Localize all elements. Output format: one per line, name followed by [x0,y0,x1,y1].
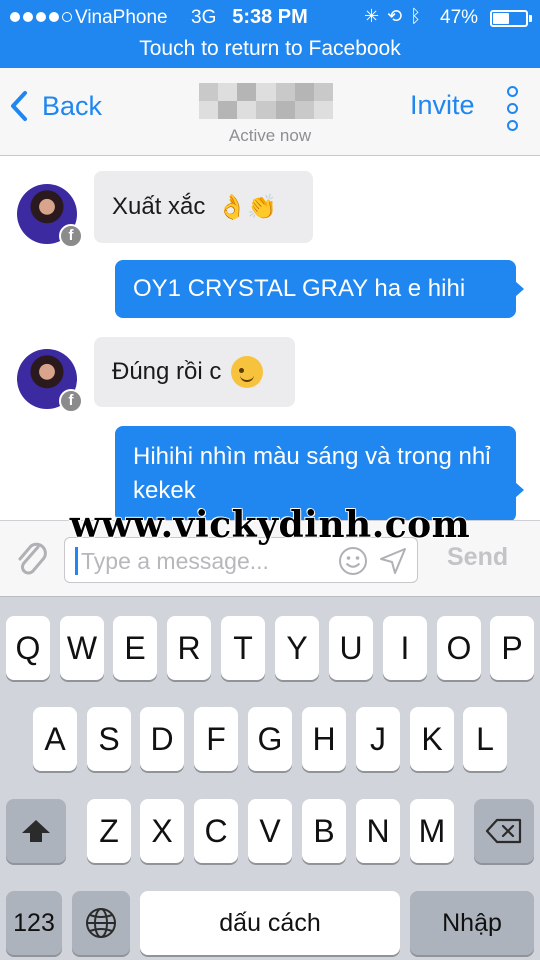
more-options-icon[interactable] [507,86,518,131]
conversation-header: Back Active now Invite [0,68,540,156]
key-g[interactable]: G [248,707,292,771]
wink-emoji-icon [231,356,264,388]
bluetooth-icon: ᛒ [410,6,421,26]
shift-key[interactable] [6,799,66,863]
rotation-lock-icon: ⟲ [387,6,403,26]
return-key[interactable]: Nhập [410,891,534,955]
key-i[interactable]: I [383,616,427,680]
keyboard: Q W E R T Y U I O P A S D F G H J K L Z … [0,596,540,960]
key-y[interactable]: Y [275,616,319,680]
invite-button[interactable]: Invite [410,90,475,121]
key-n[interactable]: N [356,799,400,863]
message-bubble-outgoing[interactable]: OY1 CRYSTAL GRAY ha e hihi [115,260,524,318]
message-text: OY1 CRYSTAL GRAY ha e hihi [133,275,466,302]
contact-status: Active now [228,126,312,145]
key-z[interactable]: Z [87,799,131,863]
contact-name-pixelated [199,83,333,119]
message-bubble-incoming[interactable]: Xuất xắc 👌👏 [94,171,313,243]
numbers-key[interactable]: 123 [6,891,62,955]
key-v[interactable]: V [248,799,292,863]
message-bubble-incoming[interactable]: Đúng rồi c [94,337,295,407]
return-banner-text[interactable]: Touch to return to Facebook [0,37,540,61]
avatar[interactable]: f [17,349,83,413]
location-arrow-icon[interactable] [378,546,408,576]
watermark: www.vickydinh.com [69,503,471,547]
avatar[interactable]: f [17,184,83,248]
key-o[interactable]: O [437,616,481,680]
key-j[interactable]: J [356,707,400,771]
key-b[interactable]: B [302,799,346,863]
delete-key[interactable] [474,799,534,863]
message-thread[interactable]: f Xuất xắc 👌👏 OY1 CRYSTAL GRAY ha e hihi… [0,157,540,520]
key-k[interactable]: K [410,707,454,771]
text-cursor [75,547,78,575]
ok-hand-clap-emoji: 👌👏 [217,193,278,221]
facebook-badge-icon: f [59,224,83,248]
key-q[interactable]: Q [6,616,50,680]
key-t[interactable]: T [221,616,265,680]
key-p[interactable]: P [490,616,534,680]
key-h[interactable]: H [302,707,346,771]
globe-icon [86,908,116,938]
back-label: Back [42,90,103,121]
key-r[interactable]: R [167,616,211,680]
key-a[interactable]: A [33,707,77,771]
backspace-icon [485,818,522,844]
chevron-left-icon [11,91,27,121]
battery-level-fill [493,13,509,24]
key-s[interactable]: S [87,707,131,771]
space-key[interactable]: dấu cách [140,891,400,955]
key-l[interactable]: L [463,707,507,771]
key-u[interactable]: U [329,616,373,680]
key-f[interactable]: F [194,707,238,771]
status-bar: VinaPhone 3G 5:38 PM ✳ ⟲ ᛒ 47% [0,0,540,34]
key-m[interactable]: M [410,799,454,863]
key-d[interactable]: D [140,707,184,771]
back-button[interactable]: Back [10,86,102,126]
emoji-icon[interactable] [337,545,369,577]
send-button[interactable]: Send [447,543,508,572]
key-x[interactable]: X [140,799,184,863]
message-text: Hihihi nhìn màu sáng và trong nhỉ kekek [133,443,491,504]
message-text: Đúng rồi c [112,358,222,385]
key-w[interactable]: W [60,616,104,680]
message-text: Xuất xắc [112,193,206,220]
battery-percent: 47% [440,7,479,28]
message-placeholder: Type a message... [81,548,269,574]
activity-spinner-icon: ✳ [364,6,380,26]
battery-icon [490,10,528,27]
globe-key[interactable] [72,891,130,955]
return-to-app-banner[interactable]: VinaPhone 3G 5:38 PM ✳ ⟲ ᛒ 47% Touch to … [0,0,540,68]
facebook-badge-icon: f [59,389,83,413]
key-e[interactable]: E [113,616,157,680]
key-c[interactable]: C [194,799,238,863]
shift-icon [22,820,50,842]
